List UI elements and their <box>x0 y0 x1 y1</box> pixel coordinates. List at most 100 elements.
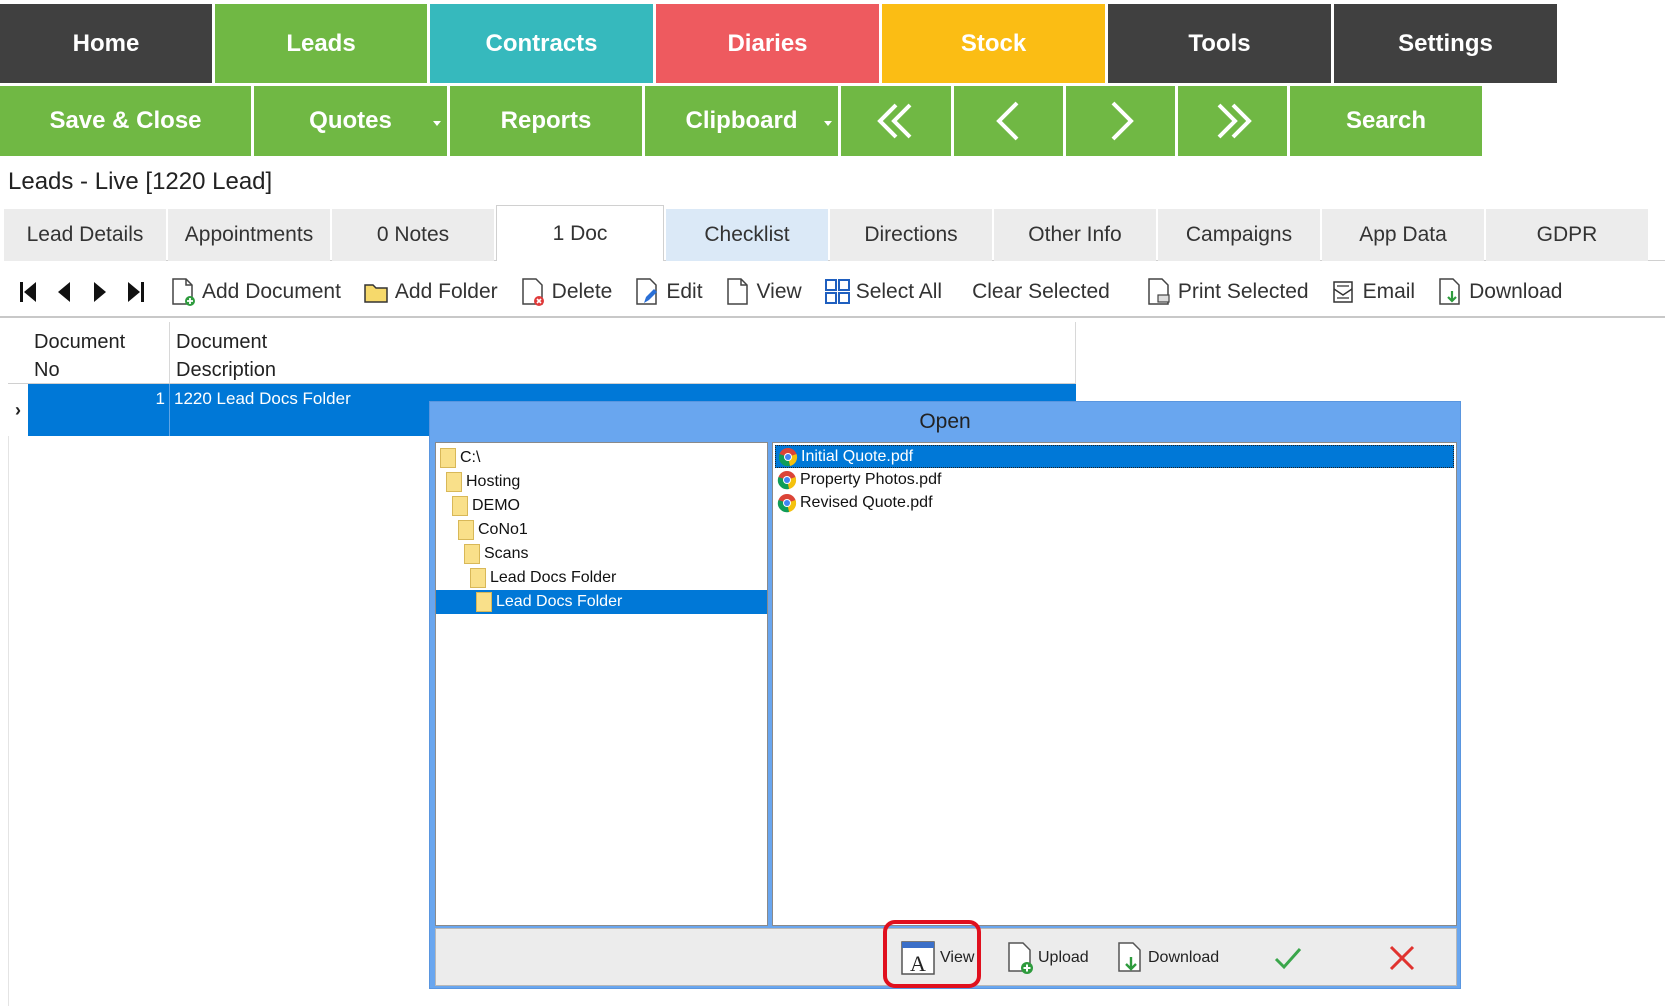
tab-other-info[interactable]: Other Info <box>994 209 1156 261</box>
last-doc-button[interactable] <box>118 272 154 312</box>
dialog-ok-button[interactable] <box>1272 937 1308 979</box>
skip-first-icon <box>20 282 36 302</box>
tab-lead-details[interactable]: Lead Details <box>4 209 166 261</box>
select-all-button[interactable]: Select All <box>824 272 942 312</box>
nav-settings[interactable]: Settings <box>1334 4 1557 83</box>
folder-label: DEMO <box>472 497 520 514</box>
app-window: Home Leads Contracts Diaries Stock Tools… <box>0 0 1665 1008</box>
first-record-button[interactable] <box>841 86 951 156</box>
double-chevron-left-icon <box>877 103 912 139</box>
quotes-button[interactable]: Quotes <box>254 86 447 156</box>
tab-app-data[interactable]: App Data <box>1322 209 1484 261</box>
folder-item[interactable]: C:\ <box>436 446 767 470</box>
nav-leads[interactable]: Leads <box>215 4 427 83</box>
tab-label: Directions <box>864 223 958 246</box>
record-tabs: Lead Details Appointments 0 Notes 1 Doc … <box>4 205 1665 261</box>
nav-tools[interactable]: Tools <box>1108 4 1331 83</box>
nav-leads-label: Leads <box>286 29 356 57</box>
add-folder-button[interactable]: Add Folder <box>363 272 498 312</box>
clipboard-button[interactable]: Clipboard <box>645 86 838 156</box>
checkmark-icon <box>1274 948 1302 970</box>
chrome-pdf-icon <box>777 493 797 512</box>
document-no-cell[interactable]: 1 <box>28 384 170 436</box>
dialog-cancel-button[interactable] <box>1386 937 1422 979</box>
previous-record-button[interactable] <box>954 86 1063 156</box>
tab-label: Appointments <box>184 223 314 246</box>
dialog-download-button[interactable]: Download <box>1116 937 1219 979</box>
file-item[interactable]: Revised Quote.pdf <box>775 491 1454 514</box>
tab-label: GDPR <box>1536 223 1598 246</box>
folder-icon <box>464 544 480 564</box>
print-selected-label: Print Selected <box>1177 280 1309 303</box>
next-record-button[interactable] <box>1066 86 1175 156</box>
first-doc-button[interactable] <box>10 272 46 312</box>
nav-diaries[interactable]: Diaries <box>656 4 879 83</box>
save-close-button[interactable]: Save & Close <box>0 86 251 156</box>
folder-item[interactable]: DEMO <box>436 494 767 518</box>
folder-item[interactable]: Hosting <box>436 470 767 494</box>
current-row-indicator-icon: › <box>15 399 21 420</box>
folder-item[interactable]: Scans <box>436 542 767 566</box>
file-list: Initial Quote.pdf Property Photos.pdf Re… <box>772 442 1457 926</box>
dialog-upload-button[interactable]: Upload <box>1006 937 1089 979</box>
file-name: Revised Quote.pdf <box>800 493 933 511</box>
nav-settings-label: Settings <box>1398 29 1493 57</box>
nav-tools-label: Tools <box>1188 29 1251 57</box>
nav-contracts[interactable]: Contracts <box>430 4 653 83</box>
view-button[interactable]: View <box>725 272 802 312</box>
triangle-left-icon <box>58 282 70 302</box>
tab-gdpr[interactable]: GDPR <box>1486 209 1648 261</box>
folder-item-selected[interactable]: Lead Docs Folder <box>436 590 767 614</box>
nav-stock[interactable]: Stock <box>882 4 1105 83</box>
last-record-button[interactable] <box>1178 86 1287 156</box>
delete-button[interactable]: Delete <box>520 272 613 312</box>
dialog-upload-label: Upload <box>1038 949 1089 966</box>
tab-campaigns[interactable]: Campaigns <box>1158 209 1320 261</box>
folder-icon <box>476 592 492 612</box>
tab-label: 0 Notes <box>376 223 450 246</box>
view-label: View <box>756 280 802 303</box>
print-selected-button[interactable]: Print Selected <box>1146 272 1309 312</box>
folder-item[interactable]: Lead Docs Folder <box>436 566 767 590</box>
dropdown-arrow-icon <box>433 121 441 126</box>
dropdown-arrow-icon <box>824 121 832 126</box>
folder-label: C:\ <box>460 449 481 466</box>
prev-doc-button[interactable] <box>46 272 82 312</box>
download-button[interactable]: Download <box>1437 272 1563 312</box>
file-item[interactable]: Property Photos.pdf <box>775 468 1454 491</box>
col-header-text: No <box>34 359 60 381</box>
clear-selected-label: Clear Selected <box>972 280 1110 303</box>
edit-button[interactable]: Edit <box>634 272 703 312</box>
folder-item[interactable]: CoNo1 <box>436 518 767 542</box>
tab-appointments[interactable]: Appointments <box>168 209 330 261</box>
tab-docs[interactable]: 1 Doc <box>496 205 664 261</box>
email-label: Email <box>1362 280 1416 303</box>
col-header-text: Document <box>176 331 268 353</box>
delete-label: Delete <box>551 280 613 303</box>
col-document-description[interactable]: Document Description <box>170 322 1076 383</box>
tab-checklist[interactable]: Checklist <box>666 209 828 261</box>
reports-button[interactable]: Reports <box>450 86 642 156</box>
triangle-right-icon <box>94 282 106 302</box>
folder-label: CoNo1 <box>478 521 528 538</box>
clear-selected-button[interactable]: Clear Selected <box>972 272 1110 312</box>
tab-notes[interactable]: 0 Notes <box>332 209 494 261</box>
add-document-button[interactable]: Add Document <box>170 272 341 312</box>
tab-label: Campaigns <box>1185 223 1293 246</box>
download-document-icon <box>1439 278 1460 305</box>
tab-directions[interactable]: Directions <box>830 209 992 261</box>
email-button[interactable]: Email <box>1331 272 1416 312</box>
dialog-title: Open <box>919 410 971 433</box>
folder-icon <box>470 568 486 588</box>
next-doc-button[interactable] <box>82 272 118 312</box>
col-header-text: Description <box>176 359 277 381</box>
search-button[interactable]: Search <box>1290 86 1482 156</box>
file-item-selected[interactable]: Initial Quote.pdf <box>775 445 1454 468</box>
nav-home[interactable]: Home <box>0 4 212 83</box>
skip-last-icon <box>128 282 144 302</box>
dialog-download-label: Download <box>1148 949 1220 966</box>
add-document-label: Add Document <box>202 280 341 303</box>
col-document-no[interactable]: Document No <box>28 322 170 383</box>
chevron-right-icon <box>1111 101 1134 141</box>
nav-home-label: Home <box>72 29 140 57</box>
